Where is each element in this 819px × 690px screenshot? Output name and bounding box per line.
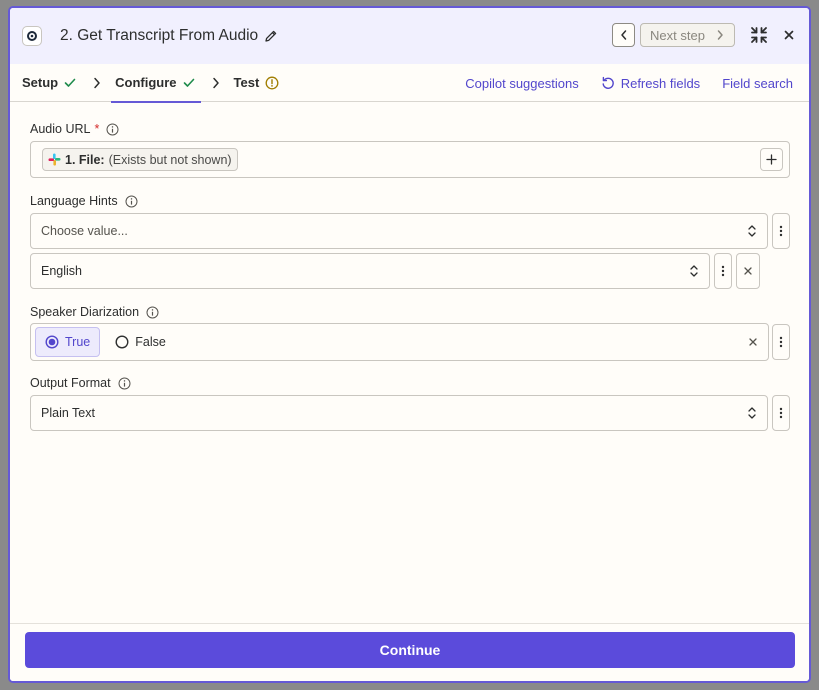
plus-icon [766,154,777,165]
tab-test-label: Test [233,75,260,90]
output-format-value: Plain Text [41,406,95,420]
close-icon[interactable] [779,23,799,47]
add-mapping-button[interactable] [760,148,783,171]
audio-url-field[interactable]: 1. File: (Exists but not shown) [30,141,790,178]
info-icon[interactable] [106,123,119,136]
speaker-diarization-radio-group: True False [30,323,769,361]
clear-selection-icon[interactable] [748,337,758,347]
radio-option-true[interactable]: True [35,327,101,357]
configure-form: Audio URL * 1. File: (Exists but not sho… [10,102,809,625]
tab-test[interactable]: Test [234,64,280,102]
step-tabs: Setup Configure Test Copilot suggestions [10,64,809,103]
app-logo-icon [22,26,42,46]
language-hints-placeholder: Choose value... [41,224,128,238]
output-format-label: Output Format [30,376,111,390]
language-hint-value: English [41,264,82,278]
language-hint-item-more-button[interactable] [714,253,732,289]
speaker-diarization-label: Speaker Diarization [30,305,140,319]
language-hint-value-select[interactable]: English [30,253,710,289]
radio-option-false[interactable]: False [106,327,175,357]
check-icon [183,78,195,88]
slack-icon [48,153,61,166]
language-hints-select[interactable]: Choose value... [30,213,768,249]
refresh-icon [602,76,614,89]
radio-false-label: False [135,335,166,349]
remove-language-hint-button[interactable] [736,253,760,289]
speaker-diarization-more-button[interactable] [772,324,790,360]
check-icon [64,78,76,88]
select-arrows-icon [747,406,757,420]
output-format-select[interactable]: Plain Text [30,395,768,431]
info-icon[interactable] [118,377,131,390]
copilot-suggestions-link[interactable]: Copilot suggestions [465,76,578,91]
audio-url-label-row: Audio URL * [30,122,119,136]
output-format-label-row: Output Format [30,376,131,390]
step-title: 2. Get Transcript From Audio [60,27,259,44]
chevron-right-icon [717,30,723,40]
radio-true-label: True [65,335,91,349]
radio-selected-icon [45,335,59,349]
next-step-button[interactable]: Next step [640,23,735,47]
radio-unselected-icon [115,335,129,349]
select-arrows-icon [747,224,757,238]
language-hints-label: Language Hints [30,194,118,208]
required-marker: * [94,122,100,136]
panel-header: 2. Get Transcript From Audio Next step [10,8,809,64]
more-vertical-icon [779,407,783,419]
continue-button[interactable]: Continue [25,632,795,668]
audio-url-label: Audio URL [30,122,91,136]
speaker-diarization-label-row: Speaker Diarization [30,305,159,319]
more-vertical-icon [721,265,725,277]
panel-footer: Continue [10,623,809,681]
chevron-right-icon [93,77,101,89]
more-vertical-icon [779,225,783,237]
edit-title-icon[interactable] [264,29,278,43]
refresh-fields-label: Refresh fields [620,75,701,91]
tab-setup[interactable]: Setup [22,64,76,102]
info-icon[interactable] [146,306,159,319]
refresh-fields-link[interactable]: Refresh fields [601,76,700,91]
previous-step-button[interactable] [612,23,635,47]
tab-configure-label: Configure [115,75,177,90]
chip-value-text: (Exists but not shown) [108,152,232,167]
language-hints-label-row: Language Hints [30,194,138,208]
warning-icon [265,76,279,90]
select-arrows-icon [689,264,699,278]
field-search-link[interactable]: Field search [722,76,793,91]
chevron-left-icon [620,30,626,40]
tab-setup-label: Setup [22,75,59,90]
language-hints-more-button[interactable] [772,213,790,249]
output-format-more-button[interactable] [772,395,790,431]
more-vertical-icon [779,336,783,348]
next-step-label: Next step [650,27,705,43]
collapse-icon[interactable] [747,23,771,47]
file-reference-chip[interactable]: 1. File: (Exists but not shown) [42,148,238,171]
chip-source-label: 1. File: [65,152,105,167]
chevron-right-icon [212,77,220,89]
close-icon [744,267,752,275]
tab-configure[interactable]: Configure [111,64,201,103]
step-panel: 2. Get Transcript From Audio Next step S… [8,6,811,683]
info-icon[interactable] [125,195,138,208]
